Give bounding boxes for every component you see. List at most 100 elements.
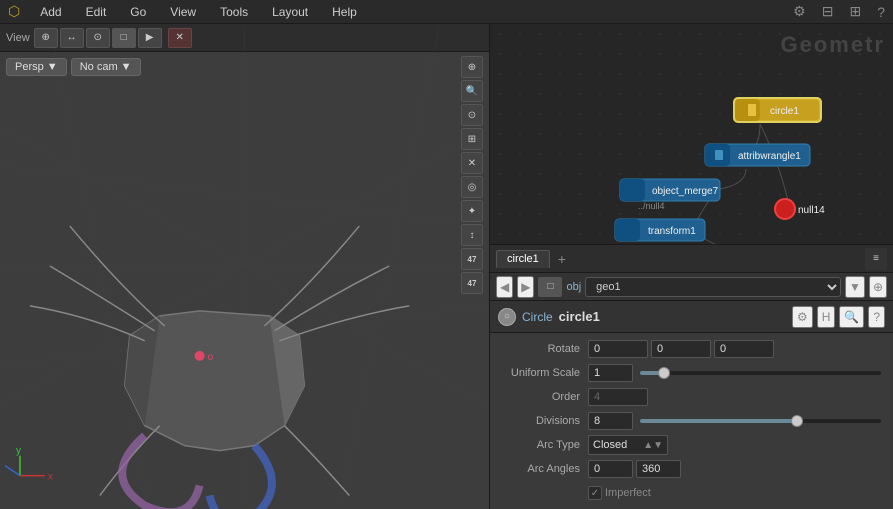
imperfect-checkbox[interactable]: ✓ xyxy=(588,486,602,500)
arc-type-value: Closed ▲▼ xyxy=(588,435,885,455)
vc-btn-5[interactable]: ✕ xyxy=(461,152,483,174)
menu-layout[interactable]: Layout xyxy=(268,3,312,21)
menu-help[interactable]: Help xyxy=(328,3,361,21)
svg-text:o: o xyxy=(208,352,214,363)
viewport-panel: View ⊕ ↔ ⊙ □ ▶ ✕ Persp ▼ No cam ▼ xyxy=(0,24,490,509)
params-tabs: circle1 + ≡ xyxy=(490,245,893,273)
nav-dropdown-icon[interactable]: ▼ xyxy=(845,276,865,298)
network-editor[interactable]: circle1 attribwrangle1 object_merge7 ../… xyxy=(490,24,893,245)
vc-btn-4[interactable]: ⊞ xyxy=(461,128,483,150)
params-tab-menu[interactable]: ≡ xyxy=(865,248,887,270)
order-label: Order xyxy=(498,391,588,403)
vc-btn-3[interactable]: ⊙ xyxy=(461,104,483,126)
divisions-value xyxy=(588,412,885,430)
params-help-icon[interactable]: ? xyxy=(868,306,885,328)
vc-btn-9[interactable]: 47 xyxy=(461,248,483,270)
svg-text:y: y xyxy=(16,446,21,457)
svg-text:attribwrangle1: attribwrangle1 xyxy=(738,151,801,162)
arc-angles-y-input[interactable] xyxy=(636,460,681,478)
menu-layout-icon[interactable]: ⊟ xyxy=(822,3,834,20)
menu-view[interactable]: View xyxy=(166,3,200,21)
order-row: Order xyxy=(490,385,893,409)
check-icon: ✓ xyxy=(591,488,599,499)
arc-type-dropdown[interactable]: Closed ▲▼ xyxy=(588,435,668,455)
menu-go[interactable]: Go xyxy=(126,3,150,21)
arc-type-label: Arc Type xyxy=(498,439,588,451)
tab-add-button[interactable]: + xyxy=(554,251,570,267)
viewport-scene[interactable]: o x y z xyxy=(0,24,489,509)
svg-text:circle1: circle1 xyxy=(770,106,799,117)
rotate-label: Rotate xyxy=(498,343,588,355)
geo-dropdown[interactable]: geo1 xyxy=(585,277,841,297)
uniform-scale-value xyxy=(588,364,885,382)
menu-add[interactable]: Add xyxy=(36,3,65,21)
rotate-y-input[interactable] xyxy=(651,340,711,358)
nav-extra[interactable]: ⊕ xyxy=(869,276,887,298)
uniform-scale-slider[interactable] xyxy=(640,371,881,375)
svg-text:null14: null14 xyxy=(798,205,825,216)
divisions-row: Divisions xyxy=(490,409,893,433)
vc-btn-2[interactable]: 🔍 xyxy=(461,80,483,102)
viewport-controls: ⊕ 🔍 ⊙ ⊞ ✕ ◎ ✦ ↕ 47 47 xyxy=(461,56,483,294)
node-type-label: Circle xyxy=(522,310,553,324)
menu-tools[interactable]: Tools xyxy=(216,3,252,21)
uniform-scale-input[interactable] xyxy=(588,364,633,382)
right-panel: circle1 attribwrangle1 object_merge7 ../… xyxy=(490,24,893,509)
vc-btn-8[interactable]: ↕ xyxy=(461,224,483,246)
arc-angles-x-input[interactable] xyxy=(588,460,633,478)
app-icon: ⬡ xyxy=(8,3,20,20)
arc-angles-row: Arc Angles xyxy=(490,457,893,481)
divisions-slider[interactable] xyxy=(640,419,881,423)
divisions-label: Divisions xyxy=(498,415,588,427)
vc-btn-10[interactable]: 47 xyxy=(461,272,483,294)
obj-icon[interactable]: □ xyxy=(538,277,562,297)
imperfect-row: ✓ Imperfect xyxy=(490,481,893,505)
svg-text:object_merge7: object_merge7 xyxy=(652,186,719,197)
node-name-label: circle1 xyxy=(559,309,786,324)
order-value xyxy=(588,388,885,406)
cam-button[interactable]: No cam ▼ xyxy=(71,58,141,76)
tab-circle1[interactable]: circle1 xyxy=(496,250,550,268)
arc-type-row: Arc Type Closed ▲▼ xyxy=(490,433,893,457)
uniform-scale-label: Uniform Scale xyxy=(498,367,588,379)
params-search-icon[interactable]: 🔍 xyxy=(839,306,864,328)
rotate-value xyxy=(588,340,885,358)
nav-obj-label: obj xyxy=(566,281,581,293)
menu-edit[interactable]: Edit xyxy=(82,3,111,21)
arc-angles-value xyxy=(588,460,885,478)
nav-back-button[interactable]: ◀ xyxy=(496,276,513,298)
svg-text:../null4: ../null4 xyxy=(638,201,665,211)
vc-btn-7[interactable]: ✦ xyxy=(461,200,483,222)
network-title: Geometr xyxy=(781,32,885,58)
node-icon-symbol: ○ xyxy=(504,311,510,322)
params-toolbar-icons: ⚙ H 🔍 ? xyxy=(792,306,885,328)
menu-panels-icon[interactable]: ⊞ xyxy=(849,3,861,20)
params-header: ○ Circle circle1 ⚙ H 🔍 ? xyxy=(490,301,893,333)
menu-bar: ⬡ Add Edit Go View Tools Layout Help ⚙ ⊟… xyxy=(0,0,893,24)
vc-btn-1[interactable]: ⊕ xyxy=(461,56,483,78)
svg-text:x: x xyxy=(48,472,53,483)
params-panel: circle1 + ≡ ◀ ▶ □ obj geo1 ▼ ⊕ xyxy=(490,245,893,509)
rotate-x-input[interactable] xyxy=(588,340,648,358)
imperfect-value: ✓ Imperfect xyxy=(588,486,885,500)
nav-forward-button[interactable]: ▶ xyxy=(517,276,534,298)
menu-settings-icon[interactable]: ⚙ xyxy=(793,3,806,20)
params-gear-icon[interactable]: ⚙ xyxy=(792,306,813,328)
arc-angles-label: Arc Angles xyxy=(498,463,588,475)
persp-cam-bar: Persp ▼ No cam ▼ xyxy=(6,58,141,76)
vc-btn-6[interactable]: ◎ xyxy=(461,176,483,198)
rotate-z-input[interactable] xyxy=(714,340,774,358)
svg-text:transform1: transform1 xyxy=(648,226,696,237)
arc-type-chevron: ▲▼ xyxy=(643,440,663,451)
order-input[interactable] xyxy=(588,388,648,406)
uniform-scale-row: Uniform Scale xyxy=(490,361,893,385)
params-body: Rotate Uniform Scale xyxy=(490,333,893,509)
rotate-row: Rotate xyxy=(490,337,893,361)
menu-help-icon[interactable]: ? xyxy=(877,4,885,20)
params-pin-icon[interactable]: H xyxy=(817,306,836,328)
persp-button[interactable]: Persp ▼ xyxy=(6,58,67,76)
params-nav: ◀ ▶ □ obj geo1 ▼ ⊕ xyxy=(490,273,893,301)
imperfect-label: Imperfect xyxy=(605,487,651,499)
arc-type-selected: Closed xyxy=(593,439,627,451)
divisions-input[interactable] xyxy=(588,412,633,430)
